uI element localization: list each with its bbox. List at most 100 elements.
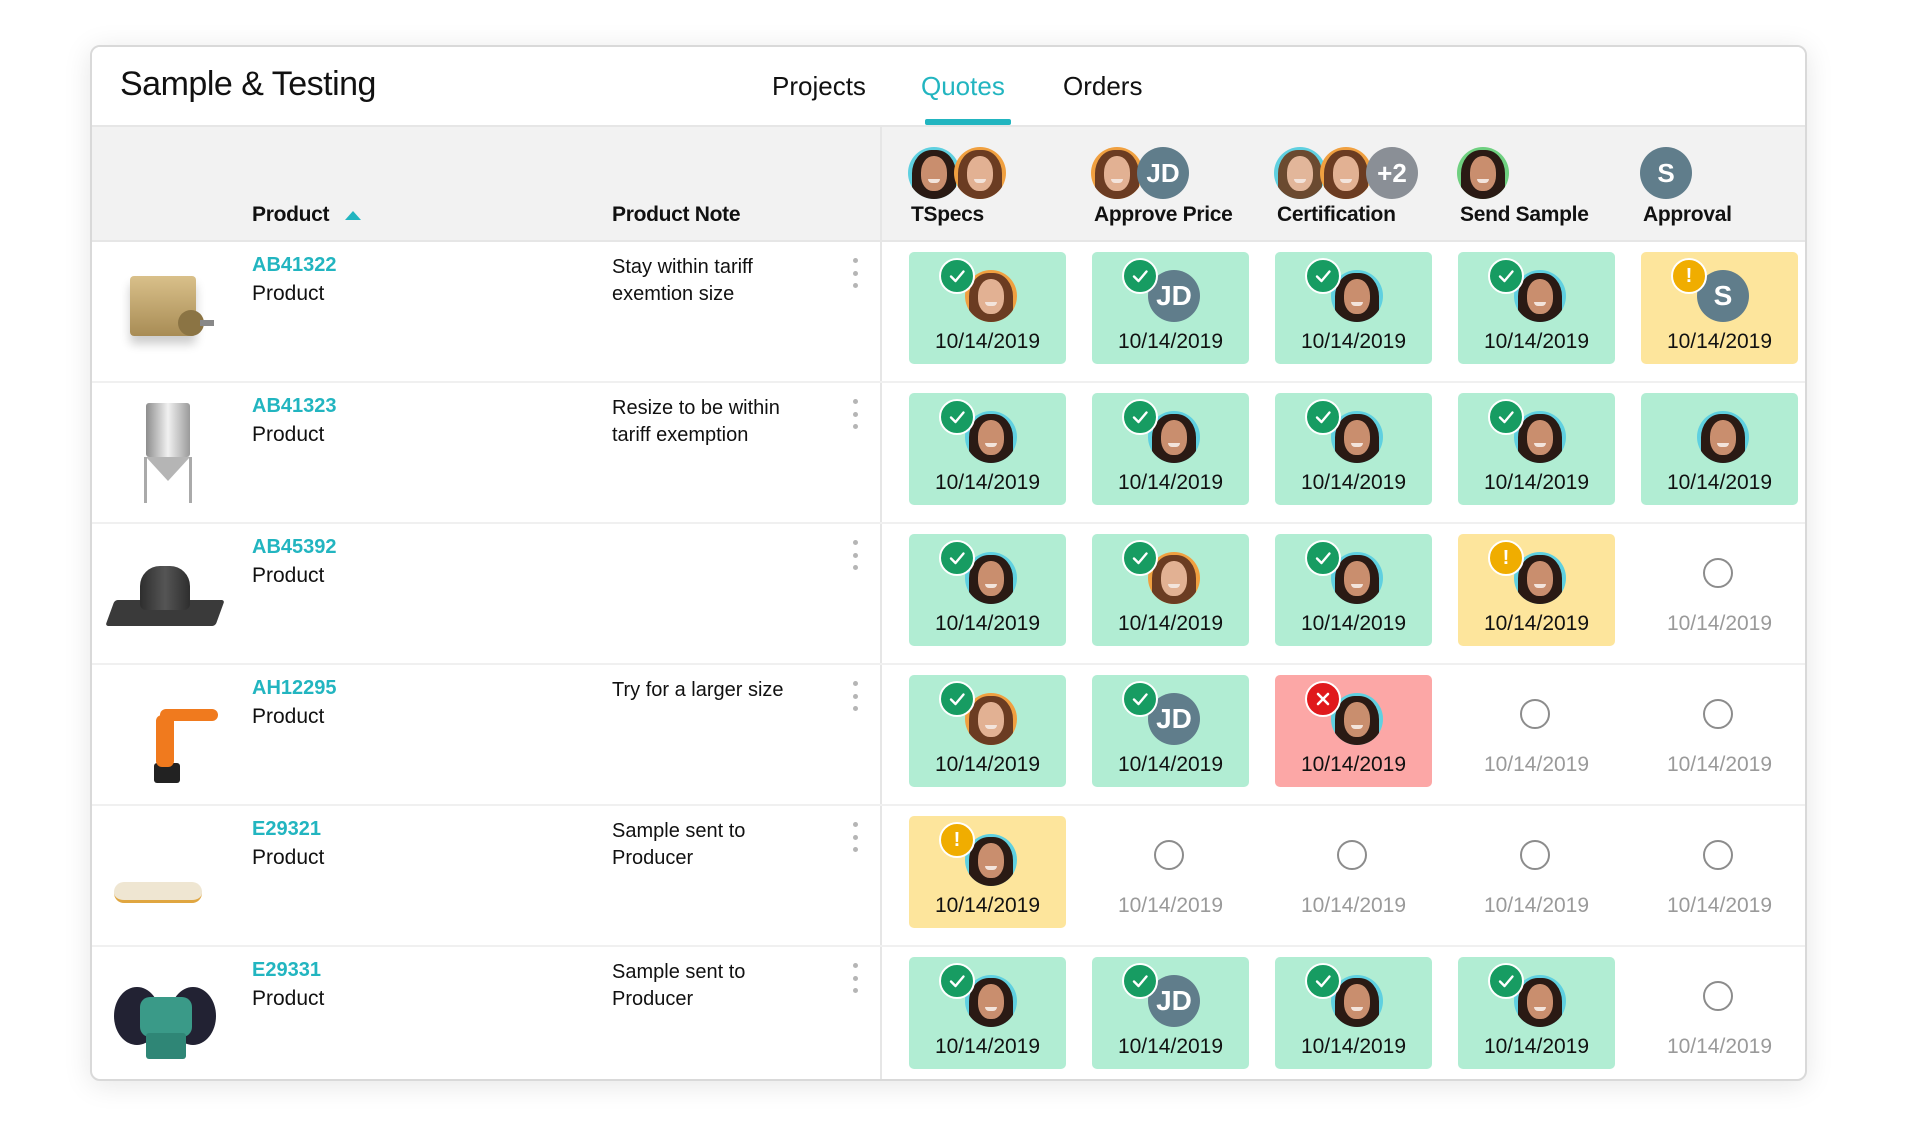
stage-date: 10/14/2019 — [1666, 471, 1773, 494]
product-image — [108, 403, 226, 503]
table-row[interactable]: AB45392 Product 10/14/2019 10/14/2019 10… — [92, 522, 1805, 665]
pending-circle-icon[interactable] — [1703, 981, 1733, 1011]
stage-status-cell[interactable]: 10/14/2019 — [909, 393, 1066, 505]
stage-status-cell[interactable]: 10/14/2019 — [1275, 675, 1432, 787]
stage-status-cell[interactable]: JD 10/14/2019 — [1092, 675, 1249, 787]
stage-status-cell[interactable]: 10/14/2019 — [1092, 816, 1249, 928]
assignee-avatar[interactable] — [1457, 147, 1509, 199]
product-id-link[interactable]: AH12295 — [252, 677, 337, 700]
product-id-link[interactable]: E29321 — [252, 818, 321, 841]
pending-circle-icon[interactable] — [1703, 840, 1733, 870]
stage-status-cell[interactable]: 10/14/2019 — [1275, 816, 1432, 928]
stage-status-cell[interactable]: 10/14/2019 — [1092, 393, 1249, 505]
table-row[interactable]: AB41323 Product Resize to be within tari… — [92, 381, 1805, 524]
stage-status-cell[interactable]: 10/14/2019 — [1275, 534, 1432, 646]
stage-header-label[interactable]: Certification — [1277, 203, 1396, 227]
product-id-link[interactable]: AB45392 — [252, 536, 337, 559]
stage-date: 10/14/2019 — [1300, 330, 1407, 353]
stage-status-cell[interactable]: 10/14/2019 — [909, 252, 1066, 364]
product-type: Product — [252, 987, 325, 1010]
check-icon — [939, 399, 975, 435]
check-icon — [1122, 258, 1158, 294]
stage-status-cell[interactable]: 10/14/2019 — [1641, 957, 1798, 1069]
more-options-icon[interactable] — [850, 399, 860, 429]
pending-circle-icon[interactable] — [1703, 558, 1733, 588]
check-icon — [1305, 258, 1341, 294]
stage-status-cell[interactable]: 10/14/2019 — [1275, 393, 1432, 505]
table-row[interactable]: AH12295 Product Try for a larger size 10… — [92, 663, 1805, 806]
stage-status-cell[interactable]: JD 10/14/2019 — [1092, 957, 1249, 1069]
more-assignees-badge[interactable]: +2 — [1366, 147, 1418, 199]
stage-header-label[interactable]: Approve Price — [1094, 203, 1233, 227]
stage-status-cell[interactable]: S! 10/14/2019 — [1641, 252, 1798, 364]
stage-header-label[interactable]: Approval — [1643, 203, 1732, 227]
product-note: Sample sent to Producer — [612, 961, 746, 1010]
more-options-icon[interactable] — [850, 540, 860, 570]
stage-status-cell[interactable]: ! 10/14/2019 — [1458, 534, 1615, 646]
stage-status-cell[interactable]: JD 10/14/2019 — [1092, 252, 1249, 364]
assignee-initials-avatar[interactable]: S — [1640, 147, 1692, 199]
pending-circle-icon[interactable] — [1337, 840, 1367, 870]
more-options-icon[interactable] — [850, 258, 860, 288]
more-options-icon[interactable] — [850, 681, 860, 711]
stage-date: 10/14/2019 — [1483, 330, 1590, 353]
pending-circle-icon[interactable] — [1703, 699, 1733, 729]
stage-date: 10/14/2019 — [1666, 612, 1773, 635]
stage-status-cell[interactable]: 10/14/2019 — [1458, 957, 1615, 1069]
stage-status-cell[interactable]: 10/14/2019 — [1458, 816, 1615, 928]
warning-icon: ! — [1488, 540, 1524, 576]
table-row[interactable]: E29331 Product Sample sent to Producer 1… — [92, 945, 1805, 1079]
stage-status-cell[interactable]: 10/14/2019 — [909, 675, 1066, 787]
stage-status-cell[interactable]: ! 10/14/2019 — [909, 816, 1066, 928]
product-image — [108, 685, 226, 785]
product-id-link[interactable]: AB41322 — [252, 254, 337, 277]
product-image — [105, 544, 226, 644]
stage-status-cell[interactable]: 10/14/2019 — [909, 534, 1066, 646]
assignee-avatar[interactable] — [1091, 147, 1143, 199]
stage-status-cell[interactable]: 10/14/2019 — [1641, 675, 1798, 787]
tab-quotes[interactable]: Quotes — [921, 71, 1005, 102]
stage-date: 10/14/2019 — [1483, 612, 1590, 635]
stage-header-label[interactable]: TSpecs — [911, 203, 984, 227]
assignee-initials-avatar[interactable]: JD — [1137, 147, 1189, 199]
more-options-icon[interactable] — [850, 822, 860, 852]
table-row[interactable]: AB41322 Product Stay within tariff exemt… — [92, 240, 1805, 383]
assignee-avatar[interactable] — [908, 147, 960, 199]
assignee-avatar[interactable] — [1320, 147, 1372, 199]
product-image — [108, 826, 226, 926]
stage-status-cell[interactable]: 10/14/2019 — [909, 957, 1066, 1069]
tab-projects[interactable]: Projects — [772, 71, 866, 102]
product-type: Product — [252, 423, 325, 446]
stage-status-cell[interactable]: 10/14/2019 — [1641, 816, 1798, 928]
avatar-photo — [1320, 147, 1372, 199]
stage-status-cell[interactable]: 10/14/2019 — [1275, 957, 1432, 1069]
check-icon — [939, 963, 975, 999]
pending-circle-icon[interactable] — [1520, 840, 1550, 870]
table-row[interactable]: E29321 Product Sample sent to Producer !… — [92, 804, 1805, 947]
tab-orders[interactable]: Orders — [1063, 71, 1142, 102]
check-icon — [1305, 540, 1341, 576]
stage-status-cell[interactable]: 10/14/2019 — [1458, 252, 1615, 364]
pending-circle-icon[interactable] — [1520, 699, 1550, 729]
stage-status-cell[interactable]: 10/14/2019 — [1641, 393, 1798, 505]
column-header-product[interactable]: Product — [252, 203, 330, 227]
avatar-photo — [1697, 411, 1749, 463]
stage-status-cell[interactable]: 10/14/2019 — [1641, 534, 1798, 646]
more-options-icon[interactable] — [850, 963, 860, 993]
stage-date: 10/14/2019 — [1666, 753, 1773, 776]
stage-status-cell[interactable]: 10/14/2019 — [1092, 534, 1249, 646]
sort-ascending-icon[interactable] — [345, 211, 361, 220]
stage-status-cell[interactable]: 10/14/2019 — [1458, 393, 1615, 505]
pending-circle-icon[interactable] — [1154, 840, 1184, 870]
stage-date: 10/14/2019 — [1117, 753, 1224, 776]
assignee-avatar[interactable] — [1274, 147, 1326, 199]
stage-status-cell[interactable]: 10/14/2019 — [1275, 252, 1432, 364]
stage-status-cell[interactable]: 10/14/2019 — [1458, 675, 1615, 787]
stage-header-label[interactable]: Send Sample — [1460, 203, 1589, 227]
product-note: Resize to be within tariff exemption — [612, 397, 780, 446]
assignee-avatar[interactable] — [954, 147, 1006, 199]
product-id-link[interactable]: AB41323 — [252, 395, 337, 418]
product-id-link[interactable]: E29331 — [252, 959, 321, 982]
column-header-product-note[interactable]: Product Note — [612, 203, 741, 227]
warning-icon: ! — [939, 822, 975, 858]
